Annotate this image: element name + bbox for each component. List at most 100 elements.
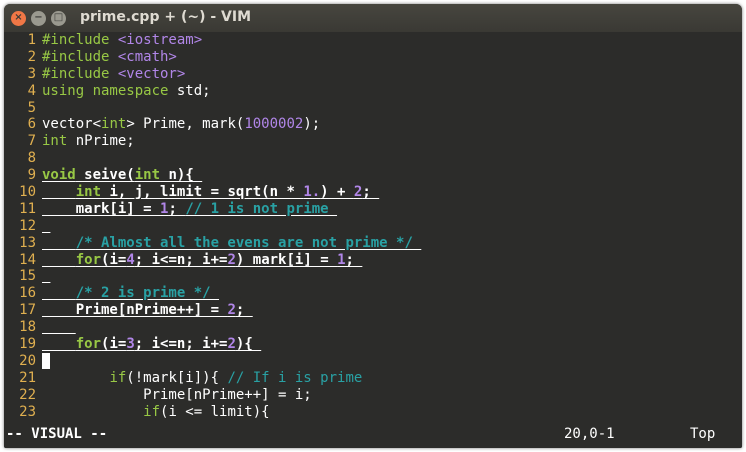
line-text: int i, j, limit = sqrt(n * 1.) + 2; — [36, 184, 379, 200]
code-line[interactable]: 2 #include <cmath> — [4, 49, 742, 66]
line-text: /* 2 is prime */ — [36, 285, 219, 301]
code-token: ; — [362, 184, 380, 201]
code-token: // If i is prime — [227, 369, 363, 386]
line-number: 10 — [19, 184, 36, 201]
code-line[interactable]: 18 — [4, 319, 742, 336]
maximize-button[interactable]: □ — [51, 10, 66, 26]
line-number: 21 — [19, 369, 36, 386]
code-token: using — [42, 82, 93, 99]
code-line[interactable]: 7 int nPrime; — [4, 133, 742, 150]
window-title: prime.cpp + (~) - VIM — [80, 9, 252, 25]
code-line[interactable]: 20 — [4, 352, 742, 370]
vim-window: × − □ prime.cpp + (~) - VIM 1 #include <i… — [4, 4, 742, 448]
line-text: using namespace std; — [36, 83, 211, 99]
code-token: mark[i] = — [42, 200, 161, 217]
code-line[interactable]: 10 int i, j, limit = sqrt(n * 1.) + 2; — [4, 184, 742, 201]
line-number: 23 — [19, 403, 36, 420]
code-line[interactable]: 13 /* Almost all the evens are not prime… — [4, 235, 742, 252]
code-token: ){ — [235, 336, 262, 353]
minimize-icon: − — [34, 12, 43, 23]
code-line[interactable]: 11 mark[i] = 1; // 1 is not prime — [4, 201, 742, 218]
code-token: #include — [42, 32, 118, 48]
line-text — [36, 352, 50, 369]
code-token: > Prime, mark( — [126, 116, 245, 133]
code-token: i, j, limit = sqrt(n * — [101, 184, 304, 201]
line-number: 2 — [27, 48, 36, 65]
line-text: for(i=4; i<=n; i+=2) mark[i] = 1; — [36, 252, 362, 268]
code-line[interactable]: 3 #include <vector> — [4, 66, 742, 83]
close-button[interactable]: × — [11, 10, 26, 26]
minimize-button[interactable]: − — [31, 10, 46, 26]
code-line[interactable]: 9 void seive(int n){ — [4, 167, 742, 184]
code-token: 2 — [227, 336, 236, 353]
code-line[interactable]: 4 using namespace std; — [4, 83, 742, 100]
line-number: 22 — [19, 386, 36, 403]
code-token: seive( — [75, 167, 135, 184]
code-line[interactable]: 1 #include <iostream> — [4, 32, 742, 49]
code-token: (!mark[i]){ — [126, 369, 228, 386]
code-line[interactable]: 14 for(i=4; i<=n; i+=2) mark[i] = 1; — [4, 252, 742, 269]
code-token: ; i<=n; i+= — [134, 336, 228, 353]
code-token: int — [134, 167, 161, 184]
code-token: ; — [345, 251, 363, 268]
line-text: void seive(int n){ — [36, 167, 202, 183]
line-number: 14 — [19, 251, 36, 268]
code-token: 1 — [337, 251, 346, 268]
line-number: 17 — [19, 302, 36, 319]
code-line[interactable]: 15 — [4, 268, 742, 285]
code-line[interactable]: 23 if(i <= limit){ — [4, 404, 742, 421]
maximize-icon: □ — [53, 12, 64, 23]
code-line[interactable]: 8 — [4, 150, 742, 167]
line-number: 4 — [27, 82, 36, 99]
code-token: if — [109, 369, 127, 386]
code-line[interactable]: 16 /* 2 is prime */ — [4, 285, 742, 302]
line-text: for(i=3; i<=n; i+=2){ — [36, 336, 261, 352]
line-text: if(i <= limit){ — [36, 404, 269, 420]
window-bottom-edge — [4, 444, 742, 448]
code-token: int — [75, 184, 102, 201]
line-text: vector<int> Prime, mark(1000002); — [36, 116, 320, 132]
code-token: Prime[nPrime++] = i; — [42, 386, 312, 403]
code-token: n){ — [160, 167, 203, 184]
line-number: 1 — [27, 32, 36, 48]
code-line[interactable]: 17 Prime[nPrime++] = 2; — [4, 302, 742, 319]
mode-indicator: -- VISUAL -- — [6, 426, 108, 442]
line-number: 6 — [27, 116, 36, 133]
code-token: 1. — [303, 184, 321, 201]
cursor-position: 20,0-1 — [564, 426, 615, 442]
line-number: 16 — [19, 285, 36, 302]
code-token: for — [75, 251, 102, 268]
code-token: /* 2 is prime */ — [75, 285, 220, 302]
line-text: #include <iostream> — [36, 32, 202, 48]
code-line[interactable]: 5 — [4, 100, 742, 117]
code-token: 1000002 — [244, 116, 304, 133]
line-number: 7 — [27, 133, 36, 150]
code-line[interactable]: 22 Prime[nPrime++] = i; — [4, 387, 742, 404]
code-line[interactable]: 19 for(i=3; i<=n; i+=2){ — [4, 336, 742, 353]
line-number: 11 — [19, 200, 36, 217]
line-text: #include <vector> — [36, 66, 185, 82]
code-token: for — [75, 336, 102, 353]
line-text: Prime[nPrime++] = 2; — [36, 302, 253, 318]
editor-buffer[interactable]: 1 #include <iostream> 2 #include <cmath> 3 #i… — [4, 32, 742, 424]
line-number: 15 — [19, 268, 36, 285]
line-number: 19 — [19, 336, 36, 353]
code-token: 2 — [227, 302, 236, 319]
code-token: void — [42, 167, 76, 184]
close-icon: × — [14, 12, 23, 23]
code-line[interactable]: 6 vector<int> Prime, mark(1000002); — [4, 116, 742, 133]
code-token: std; — [176, 82, 211, 99]
code-token: (i= — [101, 336, 127, 353]
code-line[interactable]: 12 — [4, 218, 742, 235]
code-token: <vector> — [117, 65, 186, 82]
code-line[interactable]: 21 if(!mark[i]){ // If i is prime — [4, 370, 742, 387]
code-token: <cmath> — [117, 48, 177, 65]
